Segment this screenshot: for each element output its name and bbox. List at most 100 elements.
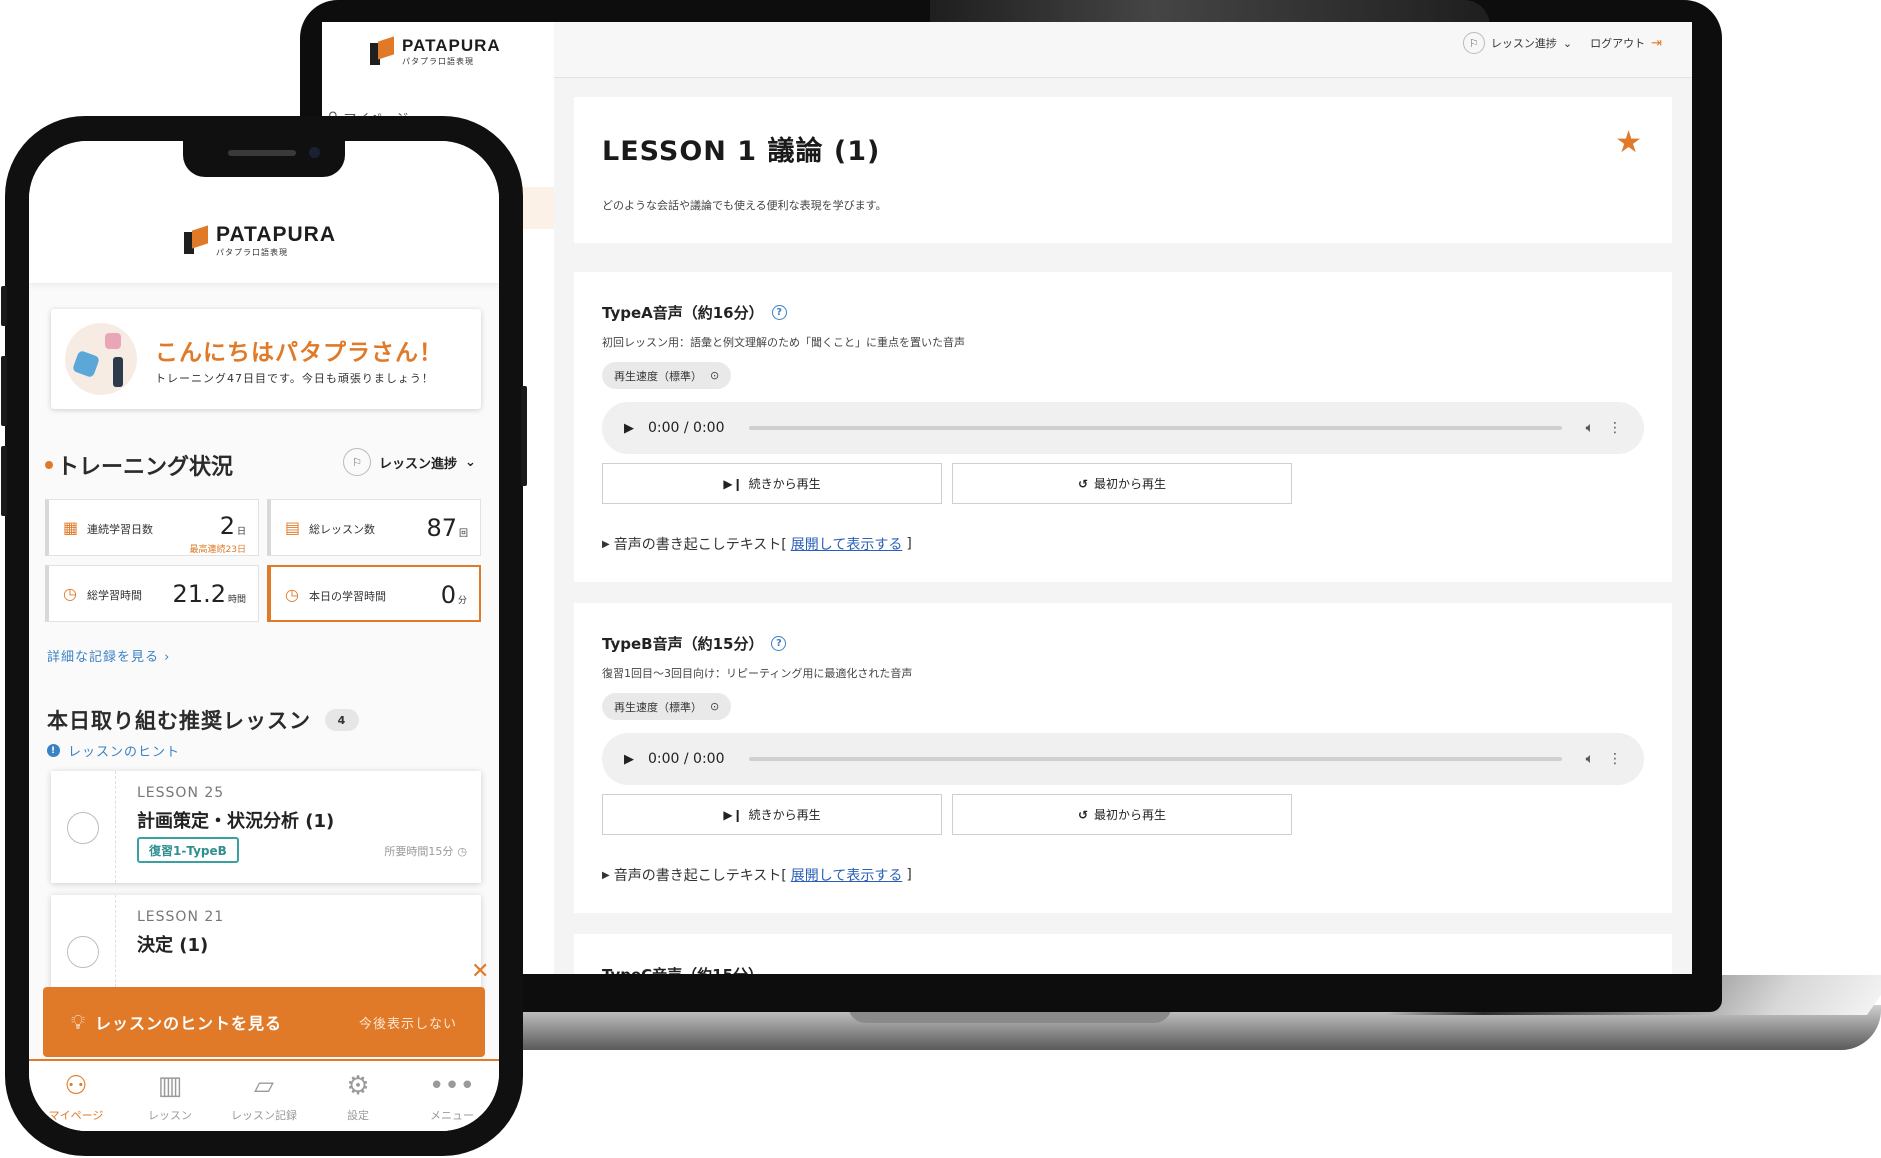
bullet-dot <box>45 461 53 469</box>
progress-dropdown[interactable]: ⚐ レッスン進捗 ⌄ <box>1462 32 1572 54</box>
gear-icon: ⚙ <box>346 1071 370 1101</box>
lesson-number: LESSON 25 <box>137 785 225 801</box>
transcript-prefix: 音声の書き起こしテキスト[ <box>613 537 787 553</box>
phone-screen: PATAPURA パタプラ口語表現 こんにちはパタプラさん！ トレーニング47日… <box>29 141 499 1131</box>
logo-brand: PATAPURA <box>216 223 336 246</box>
continue-play-button[interactable]: ▶❙ 続きから再生 <box>602 794 942 835</box>
restart-play-button[interactable]: ↺ 最初から再生 <box>952 463 1292 504</box>
play-pause-icon: ▶❙ <box>723 807 743 822</box>
stat-today-time: ◷ 本日の学習時間 0分 <box>267 565 481 622</box>
phone-side-button <box>1 446 7 516</box>
tab-lesson[interactable]: ▥ レッスン <box>123 1061 217 1131</box>
transcript-expand-link[interactable]: 展開して表示する <box>791 534 903 554</box>
restart-label: 最初から再生 <box>1094 477 1167 491</box>
clock-icon: ◷ <box>457 844 467 858</box>
hint-banner[interactable]: 💡︎ レッスンのヒントを見る 今後表示しない <box>43 987 485 1057</box>
tab-mypage[interactable]: ⚇ マイページ <box>29 1061 123 1131</box>
progress-dropdown[interactable]: ⚐ レッスン進捗 ⌄ <box>343 448 476 476</box>
logout-label: ログアウト <box>1590 37 1646 50</box>
sidebar-active-indicator <box>522 187 554 229</box>
play-icon[interactable]: ▶ <box>624 752 634 767</box>
lesson-hint-link[interactable]: ! レッスンのヒント <box>47 741 180 760</box>
divider <box>115 771 116 883</box>
audio-player: ▶ 0:00 / 0:00 🔈︎ ⋮ <box>602 733 1644 785</box>
flag-icon: ⚐ <box>1462 32 1485 54</box>
info-icon: ! <box>47 744 60 757</box>
count-badge: 4 <box>325 709 359 731</box>
transcript-toggle[interactable]: ▶ 音声の書き起こしテキスト[展開して表示する] <box>602 865 912 885</box>
greeting-subtitle: トレーニング47日目です。今日も頑張りましょう！ <box>155 372 434 385</box>
tab-menu[interactable]: ••• メニュー <box>405 1061 499 1131</box>
stat-value: 0分 <box>440 581 467 609</box>
favorite-star-icon[interactable]: ★ <box>1615 125 1642 160</box>
transcript-suffix: ] <box>906 867 912 883</box>
volume-icon[interactable]: 🔈︎ <box>1586 420 1594 436</box>
transcript-prefix: 音声の書き起こしテキスト[ <box>613 868 787 884</box>
audio-title: TypeC音声（約15分） <box>602 964 763 974</box>
stage: PATAPURA パタプラ口語表現 ⚲ マイページ ⚐ レッスン進捗 ⌄ ログア… <box>0 0 1881 1158</box>
help-icon[interactable]: ? <box>771 636 787 651</box>
seek-bar[interactable] <box>748 426 1562 430</box>
progress-label: レッスン進捗 <box>1490 37 1557 50</box>
speed-button[interactable]: 再生速度（標準） ⊙ <box>602 362 732 389</box>
phone-notch <box>183 141 345 177</box>
close-icon[interactable]: ✕ <box>471 959 489 984</box>
stat-value: 87 回 <box>426 514 468 542</box>
lesson-card[interactable]: LESSON 25 計画策定・状況分析 (1) 復習1-TypeB 所要時間15… <box>51 771 481 883</box>
lesson-checkbox[interactable] <box>67 936 99 968</box>
play-circle-icon: ⊙ <box>710 700 720 713</box>
dismiss-hint-link[interactable]: 今後表示しない <box>359 1013 457 1032</box>
tab-settings[interactable]: ⚙ 設定 <box>311 1061 405 1131</box>
seek-bar[interactable] <box>748 757 1562 761</box>
lesson-description: どのような会話や議論でも使える便利な表現を学びます。 <box>602 199 887 212</box>
logo[interactable]: PATAPURA パタプラ口語表現 <box>184 223 336 258</box>
logout-button[interactable]: ログアウト ⇥ <box>1590 35 1662 51</box>
detail-link-text: 詳細な記録を見る <box>47 650 160 665</box>
calendar-icon: ▦ <box>63 518 79 537</box>
transcript-expand-link[interactable]: 展開して表示する <box>791 865 903 885</box>
lightbulb-icon: 💡︎ <box>71 1010 85 1034</box>
progress-label: レッスン進捗 <box>379 456 458 472</box>
play-pause-icon: ▶❙ <box>723 476 743 491</box>
help-icon[interactable]: ? <box>771 305 787 320</box>
lesson-checkbox[interactable] <box>67 812 99 844</box>
logo[interactable]: PATAPURA パタプラ口語表現 <box>370 35 501 67</box>
phone-frame: PATAPURA パタプラ口語表現 こんにちはパタプラさん！ トレーニング47日… <box>1 116 527 1156</box>
training-title: トレーニング状況 <box>45 449 233 481</box>
stat-note: 最高連続23日 <box>189 545 246 555</box>
lesson-number: LESSON 21 <box>137 909 225 925</box>
tab-label: レッスン記録 <box>231 1109 297 1122</box>
training-title-text: トレーニング状況 <box>57 455 234 480</box>
triangle-right-icon: ▶ <box>602 869 610 881</box>
document-icon: ▤ <box>285 518 301 537</box>
play-circle-icon: ⊙ <box>710 369 720 382</box>
stat-total-lessons: ▤ 総レッスン数 87 回 <box>267 499 481 556</box>
camera-icon <box>309 147 320 158</box>
hint-banner-label: レッスンのヒントを見る <box>95 1014 283 1033</box>
detail-records-link[interactable]: 詳細な記録を見る › <box>47 646 170 665</box>
note-icon: ▱ <box>254 1071 274 1101</box>
puzzle-illustration <box>65 323 137 395</box>
chevron-down-icon: ⌄ <box>465 454 476 470</box>
person-icon: ⚇ <box>64 1071 88 1101</box>
more-vertical-icon[interactable]: ⋮ <box>1608 751 1622 767</box>
lesson-name: 決定 (1) <box>137 935 209 956</box>
greeting-card: こんにちはパタプラさん！ トレーニング47日目です。今日も頑張りましょう！ <box>51 309 481 409</box>
lesson-name: 計画策定・状況分析 (1) <box>137 811 335 832</box>
audio-title: TypeA音声（約16分） ? <box>602 302 787 323</box>
play-icon[interactable]: ▶ <box>624 421 634 436</box>
audio-title: TypeB音声（約15分） ? <box>602 633 787 654</box>
audio-title-text: TypeB音声（約15分） <box>602 635 764 653</box>
stat-label: 連続学習日数 <box>87 523 153 536</box>
transcript-toggle[interactable]: ▶ 音声の書き起こしテキスト[展開して表示する] <box>602 534 912 554</box>
speed-button[interactable]: 再生速度（標準） ⊙ <box>602 693 732 720</box>
volume-icon[interactable]: 🔈︎ <box>1586 751 1594 767</box>
continue-play-button[interactable]: ▶❙ 続きから再生 <box>602 463 942 504</box>
more-vertical-icon[interactable]: ⋮ <box>1608 420 1622 436</box>
speed-label: 再生速度（標準） <box>614 369 702 383</box>
restart-play-button[interactable]: ↺ 最初から再生 <box>952 794 1292 835</box>
tab-lesson-records[interactable]: ▱ レッスン記録 <box>217 1061 311 1131</box>
tab-label: 設定 <box>347 1109 369 1122</box>
stat-value: 2日 <box>219 512 246 540</box>
stat-label: 本日の学習時間 <box>309 590 386 603</box>
